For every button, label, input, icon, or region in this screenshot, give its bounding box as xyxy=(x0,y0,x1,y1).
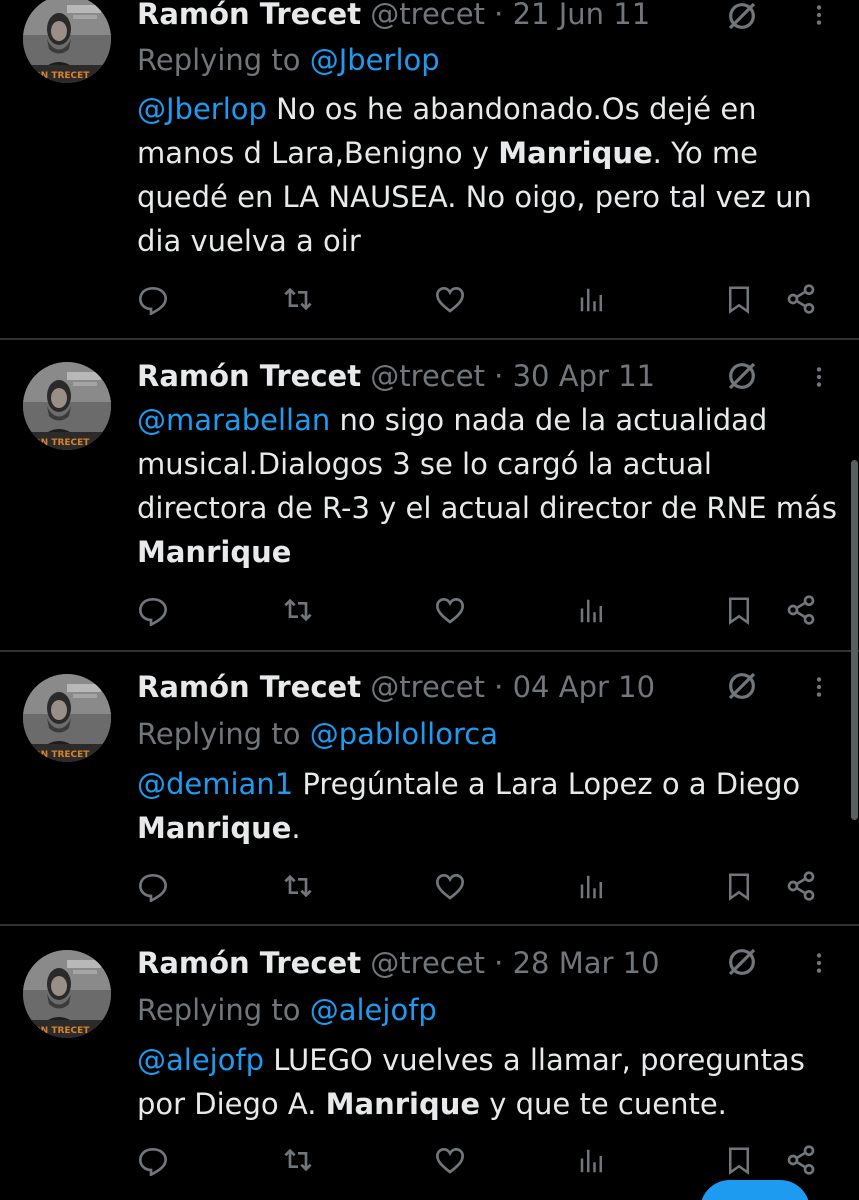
more-options-icon[interactable] xyxy=(806,364,832,390)
tweet-2[interactable]: Ramón Trecet @trecet · 30 Apr 11 @marabe… xyxy=(0,340,859,650)
highlighted-term: Manrique xyxy=(498,136,653,170)
grok-icon[interactable] xyxy=(726,670,758,702)
views-icon[interactable] xyxy=(577,596,607,626)
author-handle[interactable]: @trecet xyxy=(370,946,485,980)
retweet-icon[interactable] xyxy=(282,594,314,626)
author-handle[interactable]: @trecet xyxy=(370,670,485,704)
tweet-date[interactable]: 04 Apr 10 xyxy=(513,670,655,704)
highlighted-term: Manrique xyxy=(325,1087,481,1121)
mention-link[interactable]: @alejofp xyxy=(137,1043,264,1077)
mention-link[interactable]: @demian1 xyxy=(137,767,293,801)
retweet-icon[interactable] xyxy=(282,1144,314,1176)
replying-to-mention[interactable]: @Jberlop xyxy=(310,43,440,77)
tweet-text: @alejofp LUEGO vuelves a llamar, poregun… xyxy=(137,1038,837,1126)
replying-to-mention[interactable]: @pablollorca xyxy=(310,717,498,751)
avatar[interactable] xyxy=(23,950,111,1038)
highlighted-term: Manrique xyxy=(137,535,292,569)
bookmark-icon[interactable] xyxy=(724,594,754,626)
tweet-text-part: . xyxy=(291,811,301,845)
replying-to-label: Replying to xyxy=(137,43,301,77)
author-handle[interactable]: @trecet xyxy=(370,359,485,393)
replying-to-mention[interactable]: @alejofp xyxy=(310,993,437,1027)
reply-icon[interactable] xyxy=(137,870,169,902)
grok-icon[interactable] xyxy=(726,946,758,978)
more-options-icon[interactable] xyxy=(806,674,832,700)
avatar[interactable] xyxy=(23,362,111,450)
tweet-header: Ramón Trecet @trecet · 21 Jun 11 xyxy=(137,0,650,32)
tweet-3[interactable]: Ramón Trecet @trecet · 04 Apr 10 Replyin… xyxy=(0,652,859,924)
bookmark-icon[interactable] xyxy=(724,1144,754,1176)
share-icon[interactable] xyxy=(785,594,817,626)
highlighted-term: Manrique xyxy=(137,811,292,845)
tweet-text: @Jberlop No os he abandonado.Os dejé en … xyxy=(137,87,837,263)
separator-dot: · xyxy=(494,0,504,31)
scrollbar-thumb[interactable] xyxy=(851,460,858,820)
tweet-date[interactable]: 30 Apr 11 xyxy=(513,359,655,393)
author-name[interactable]: Ramón Trecet xyxy=(137,0,361,31)
replying-to-label: Replying to xyxy=(137,993,301,1027)
replying-to-label: Replying to xyxy=(137,717,301,751)
share-icon[interactable] xyxy=(785,1144,817,1176)
views-icon[interactable] xyxy=(577,285,607,315)
separator-dot: · xyxy=(494,946,504,980)
avatar[interactable] xyxy=(23,674,111,762)
share-icon[interactable] xyxy=(785,870,817,902)
reply-icon[interactable] xyxy=(137,594,169,626)
tweet-text: @demian1 Pregúntale a Lara Lopez o a Die… xyxy=(137,762,837,850)
tweet-header: Ramón Trecet @trecet · 28 Mar 10 xyxy=(137,945,660,981)
replying-to: Replying to @alejofp xyxy=(137,992,437,1028)
more-options-icon[interactable] xyxy=(806,950,832,976)
like-icon[interactable] xyxy=(434,594,466,626)
author-name[interactable]: Ramón Trecet xyxy=(137,946,361,980)
author-name[interactable]: Ramón Trecet xyxy=(137,359,361,393)
author-name[interactable]: Ramón Trecet xyxy=(137,670,361,704)
bookmark-icon[interactable] xyxy=(724,870,754,902)
tweet-text: @marabellan no sigo nada de la actualida… xyxy=(137,398,837,574)
share-icon[interactable] xyxy=(785,283,817,315)
like-icon[interactable] xyxy=(434,870,466,902)
tweet-1[interactable]: Ramón Trecet @trecet · 21 Jun 11 Replyin… xyxy=(0,0,859,338)
like-icon[interactable] xyxy=(434,283,466,315)
tweet-header: Ramón Trecet @trecet · 30 Apr 11 xyxy=(137,358,655,394)
replying-to: Replying to @pablollorca xyxy=(137,716,498,752)
separator-dot: · xyxy=(494,670,504,704)
tweet-date[interactable]: 28 Mar 10 xyxy=(513,946,660,980)
tweet-date[interactable]: 21 Jun 11 xyxy=(513,0,651,31)
author-handle[interactable]: @trecet xyxy=(370,0,485,31)
views-icon[interactable] xyxy=(577,872,607,902)
mention-link[interactable]: @marabellan xyxy=(137,403,330,437)
like-icon[interactable] xyxy=(434,1144,466,1176)
tweet-text-part: Pregúntale a Lara Lopez o a Diego xyxy=(293,767,801,801)
bookmark-icon[interactable] xyxy=(724,283,754,315)
retweet-icon[interactable] xyxy=(282,283,314,315)
avatar[interactable] xyxy=(23,0,111,83)
retweet-icon[interactable] xyxy=(282,870,314,902)
mention-link[interactable]: @Jberlop xyxy=(137,92,267,126)
reply-icon[interactable] xyxy=(137,283,169,315)
compose-button[interactable] xyxy=(700,1180,810,1200)
tweet-header: Ramón Trecet @trecet · 04 Apr 10 xyxy=(137,669,655,705)
reply-icon[interactable] xyxy=(137,1144,169,1176)
tweet-4[interactable]: Ramón Trecet @trecet · 28 Mar 10 Replyin… xyxy=(0,926,859,1200)
more-options-icon[interactable] xyxy=(806,2,832,28)
grok-icon[interactable] xyxy=(726,360,758,392)
grok-icon[interactable] xyxy=(726,0,758,32)
replying-to: Replying to @Jberlop xyxy=(137,42,440,78)
tweet-text-part: y que te cuente. xyxy=(480,1087,727,1121)
separator-dot: · xyxy=(494,359,504,393)
views-icon[interactable] xyxy=(577,1146,607,1176)
